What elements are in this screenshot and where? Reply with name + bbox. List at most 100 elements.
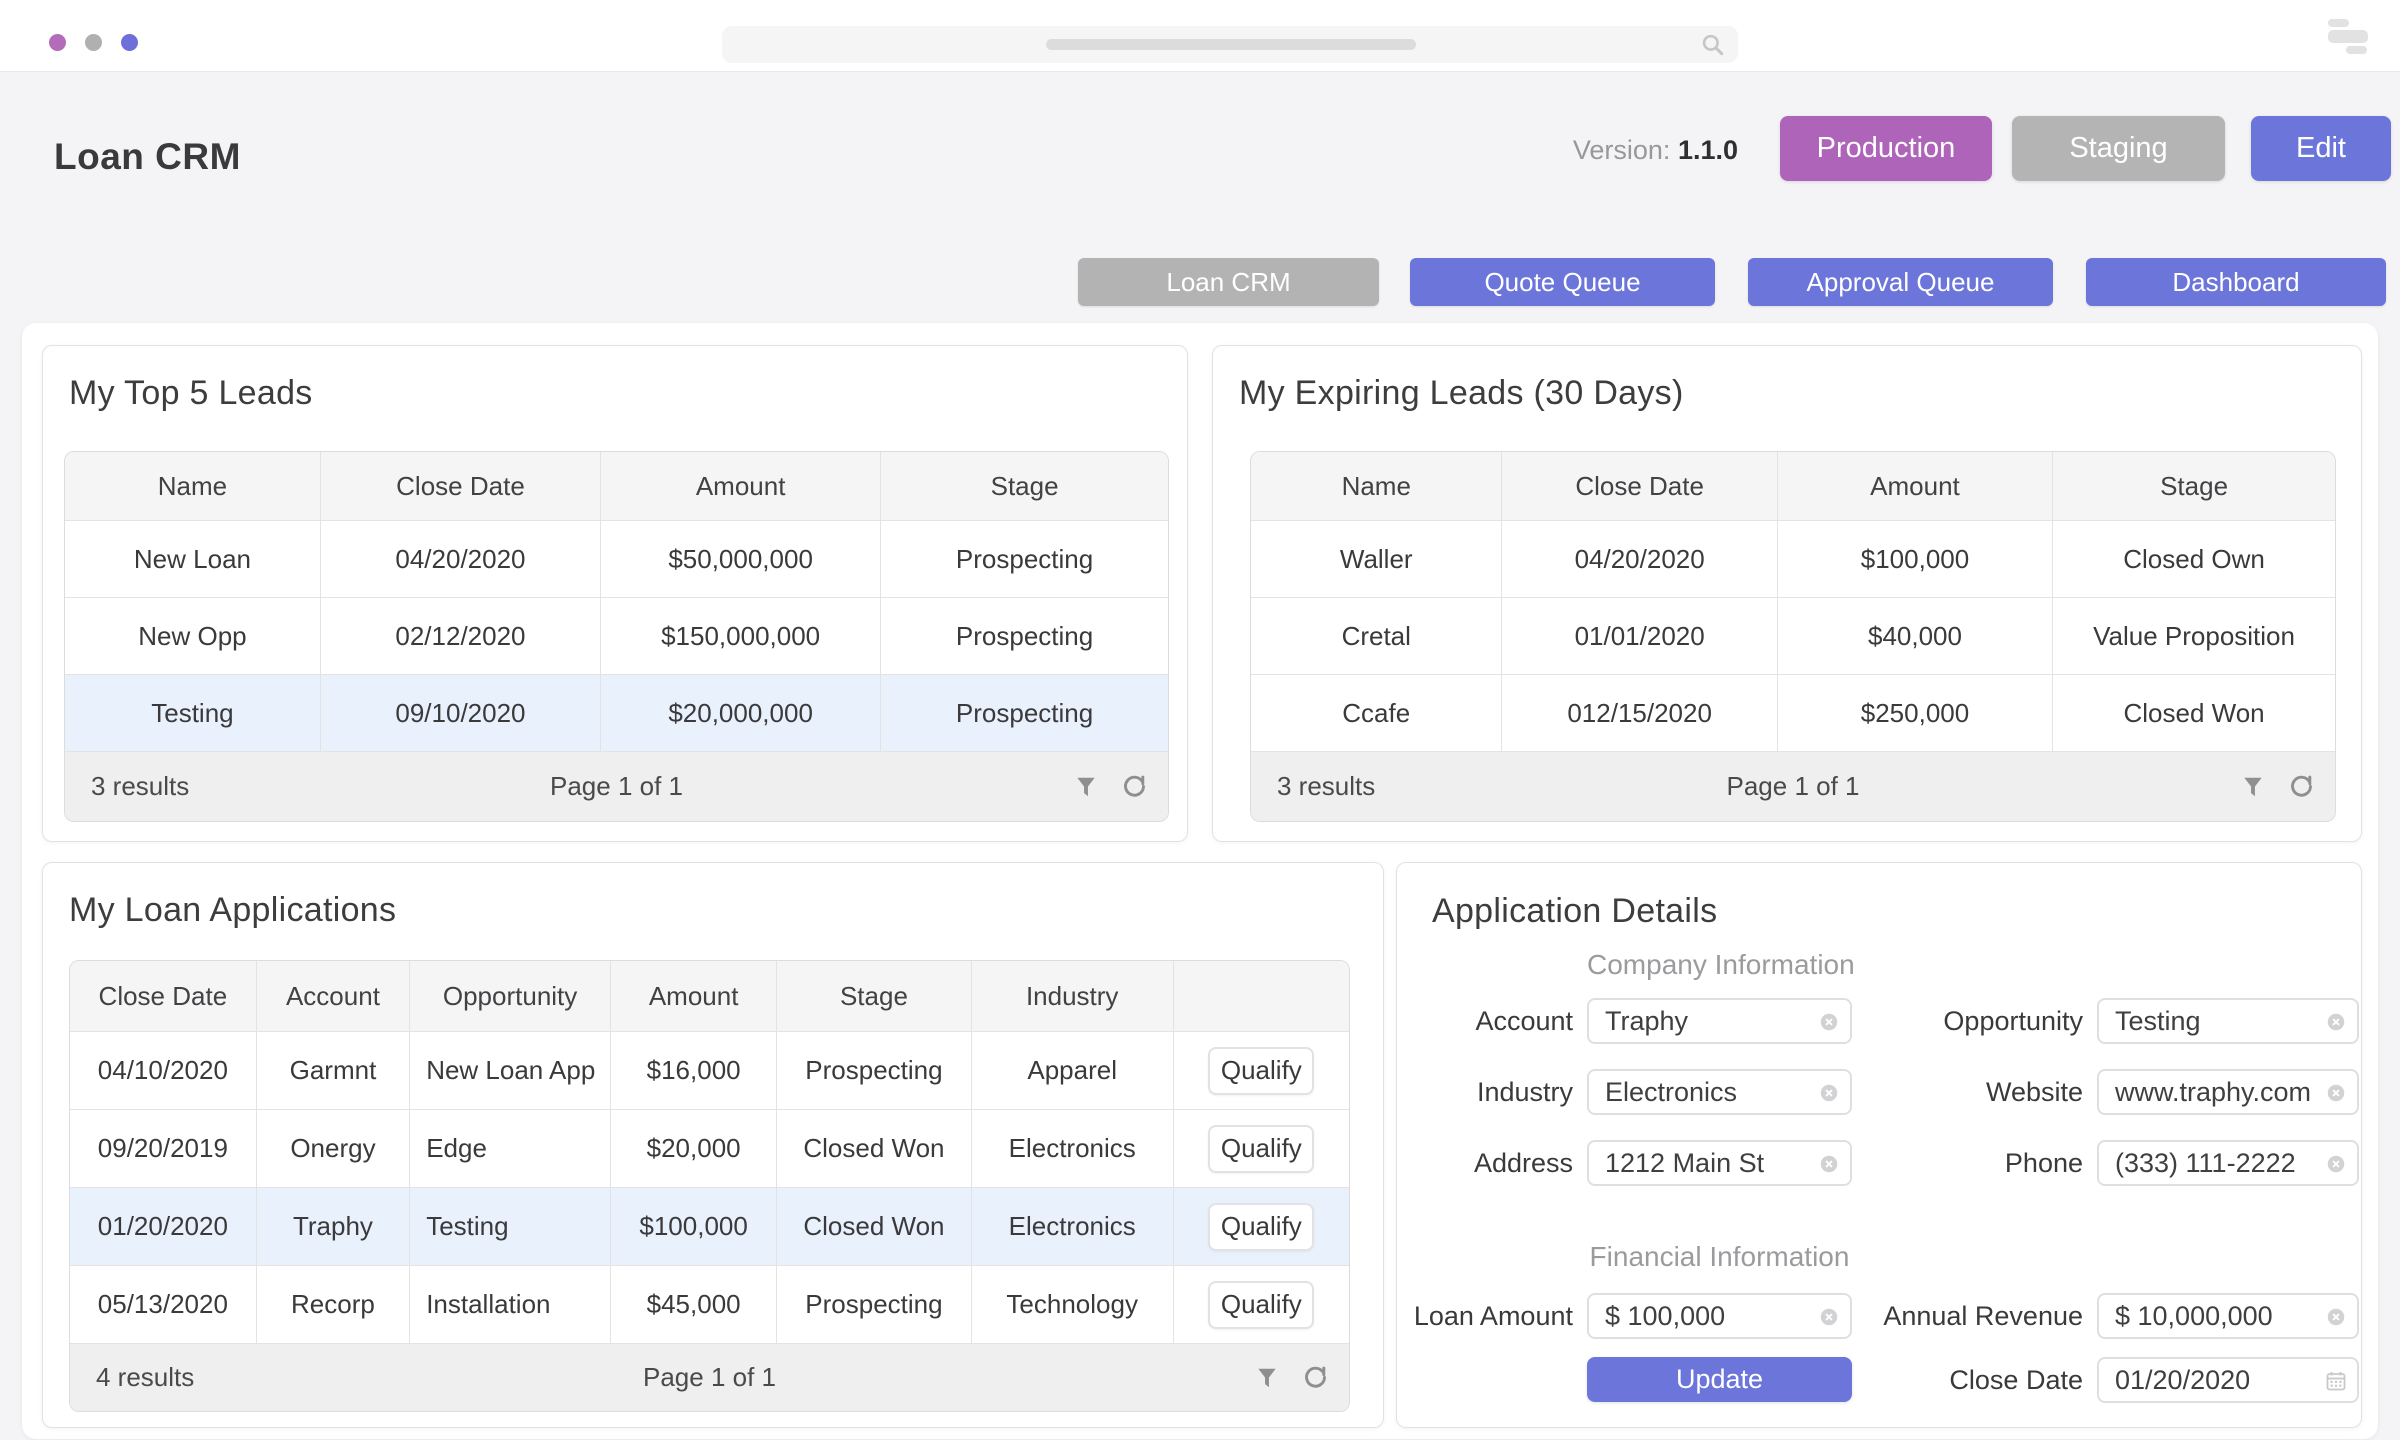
close-date-value: 01/20/2020 (2115, 1359, 2250, 1401)
column-header: Amount (601, 452, 881, 520)
calendar-icon[interactable] (2324, 1369, 2348, 1398)
cell-stage: Value Proposition (2053, 598, 2335, 674)
tab-quote-queue[interactable]: Quote Queue (1410, 258, 1715, 306)
table-footer: 4 results Page 1 of 1 (70, 1343, 1349, 1411)
cell-amount: $40,000 (1778, 598, 2053, 674)
annual-revenue-field[interactable]: $ 10,000,000 (2097, 1293, 2359, 1339)
update-button[interactable]: Update (1587, 1357, 1852, 1402)
refresh-icon[interactable] (1121, 773, 1148, 800)
cell-name: Testing (65, 675, 321, 751)
column-header: Stage (881, 452, 1168, 520)
qualify-button[interactable]: Qualify (1208, 1047, 1314, 1095)
cell-name: New Loan (65, 521, 321, 597)
clear-icon[interactable] (2325, 1153, 2347, 1180)
annual-revenue-label: Annual Revenue (1817, 1293, 2083, 1339)
address-search-input[interactable] (722, 26, 1738, 63)
table-row-selected[interactable]: Testing 09/10/2020 $20,000,000 Prospecti… (65, 674, 1168, 751)
search-icon[interactable] (1700, 32, 1726, 58)
window-dot-gray[interactable] (85, 34, 102, 51)
column-header: Close Date (1502, 452, 1777, 520)
version-info: Version: 1.1.0 (1568, 135, 1738, 166)
cell-close-date: 09/10/2020 (321, 675, 601, 751)
staging-button[interactable]: Staging (2012, 116, 2225, 181)
refresh-icon[interactable] (2288, 773, 2315, 800)
window-dot-purple[interactable] (49, 34, 66, 51)
browser-menu-icon[interactable] (2328, 19, 2372, 55)
table-row[interactable]: 04/10/2020 Garmnt New Loan App $16,000 P… (70, 1031, 1349, 1109)
filter-icon[interactable] (1073, 774, 1099, 800)
phone-field[interactable]: (333) 111-2222 (2097, 1140, 2359, 1186)
cell-amount: $250,000 (1778, 675, 2053, 751)
edit-button[interactable]: Edit (2251, 116, 2391, 181)
tab-loan-crm[interactable]: Loan CRM (1078, 258, 1379, 306)
table-row[interactable]: Cretal 01/01/2020 $40,000 Value Proposit… (1251, 597, 2335, 674)
qualify-button[interactable]: Qualify (1208, 1203, 1314, 1251)
table-row-selected[interactable]: 01/20/2020 Traphy Testing $100,000 Close… (70, 1187, 1349, 1265)
cell-opportunity: New Loan App (410, 1032, 611, 1109)
loan-amount-field[interactable]: $ 100,000 (1587, 1293, 1852, 1339)
address-field[interactable]: 1212 Main St (1587, 1140, 1852, 1186)
top-leads-panel: My Top 5 Leads Name Close Date Amount St… (42, 345, 1188, 842)
address-label: Address (1397, 1140, 1573, 1186)
cell-industry: Technology (972, 1266, 1174, 1343)
website-label: Website (1817, 1069, 2083, 1115)
refresh-icon[interactable] (1302, 1364, 1329, 1391)
tab-dashboard[interactable]: Dashboard (2086, 258, 2386, 306)
account-field[interactable]: Traphy (1587, 998, 1852, 1044)
cell-opportunity: Installation (410, 1266, 611, 1343)
table-row[interactable]: 09/20/2019 Onergy Edge $20,000 Closed Wo… (70, 1109, 1349, 1187)
opportunity-value: Testing (2115, 1000, 2201, 1042)
production-button[interactable]: Production (1780, 116, 1992, 181)
cell-stage: Closed Own (2053, 521, 2335, 597)
account-label: Account (1397, 998, 1573, 1044)
page-title: Loan CRM (54, 136, 241, 178)
filter-icon[interactable] (2240, 774, 2266, 800)
clear-icon[interactable] (2325, 1011, 2347, 1038)
column-header: Name (65, 452, 321, 520)
cell-stage: Prospecting (881, 675, 1168, 751)
annual-revenue-value: $ 10,000,000 (2115, 1295, 2273, 1337)
clear-icon[interactable] (2325, 1306, 2347, 1333)
table-row[interactable]: 05/13/2020 Recorp Installation $45,000 P… (70, 1265, 1349, 1343)
qualify-button[interactable]: Qualify (1208, 1281, 1314, 1329)
close-date-label: Close Date (1817, 1357, 2083, 1403)
qualify-button[interactable]: Qualify (1208, 1125, 1314, 1173)
results-count: 3 results (91, 771, 189, 802)
column-header: Close Date (321, 452, 601, 520)
clear-icon[interactable] (2325, 1082, 2347, 1109)
industry-field[interactable]: Electronics (1587, 1069, 1852, 1115)
tab-approval-queue[interactable]: Approval Queue (1748, 258, 2053, 306)
browser-topbar (0, 0, 2400, 72)
phone-label: Phone (1817, 1140, 2083, 1186)
table-row[interactable]: Ccafe 012/15/2020 $250,000 Closed Won (1251, 674, 2335, 751)
cell-stage: Closed Won (777, 1188, 971, 1265)
cell-industry: Electronics (972, 1110, 1174, 1187)
cell-stage: Prospecting (777, 1266, 971, 1343)
window-dot-indigo[interactable] (121, 34, 138, 51)
cell-stage: Prospecting (881, 598, 1168, 674)
table-header-row: Name Close Date Amount Stage (1251, 452, 2335, 520)
cell-amount: $50,000,000 (601, 521, 881, 597)
cell-industry: Electronics (972, 1188, 1174, 1265)
column-header: Account (257, 961, 410, 1031)
column-header: Stage (777, 961, 971, 1031)
cell-close-date: 01/20/2020 (70, 1188, 257, 1265)
table-row[interactable]: New Opp 02/12/2020 $150,000,000 Prospect… (65, 597, 1168, 674)
table-row[interactable]: New Loan 04/20/2020 $50,000,000 Prospect… (65, 520, 1168, 597)
cell-amount: $45,000 (611, 1266, 777, 1343)
page-indicator: Page 1 of 1 (1251, 771, 2335, 802)
filter-icon[interactable] (1254, 1365, 1280, 1391)
loan-applications-panel: My Loan Applications Close Date Account … (42, 862, 1384, 1428)
close-date-field[interactable]: 01/20/2020 (2097, 1357, 2359, 1403)
table-footer: 3 results Page 1 of 1 (65, 751, 1168, 821)
cell-account: Garmnt (257, 1032, 410, 1109)
website-value: www.traphy.com (2115, 1071, 2311, 1113)
cell-name: Cretal (1251, 598, 1502, 674)
table-row[interactable]: Waller 04/20/2020 $100,000 Closed Own (1251, 520, 2335, 597)
loan-applications-title: My Loan Applications (69, 891, 396, 930)
opportunity-field[interactable]: Testing (2097, 998, 2359, 1044)
cell-amount: $100,000 (611, 1188, 777, 1265)
cell-close-date: 04/10/2020 (70, 1032, 257, 1109)
column-header: Amount (611, 961, 777, 1031)
website-field[interactable]: www.traphy.com (2097, 1069, 2359, 1115)
